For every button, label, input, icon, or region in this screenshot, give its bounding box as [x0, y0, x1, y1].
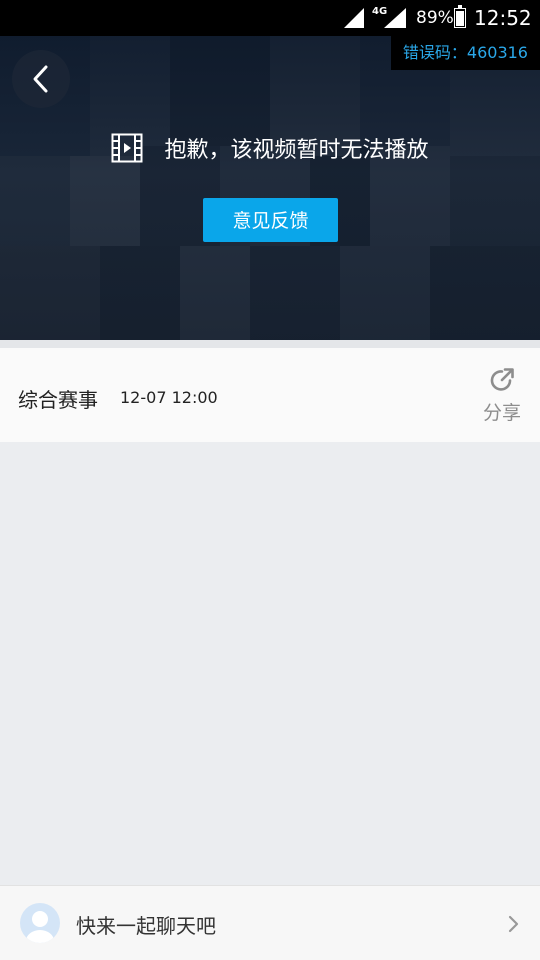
back-arrow-icon: [33, 65, 48, 93]
share-button[interactable]: 分享: [476, 366, 528, 425]
video-info-bar: 综合赛事 12-07 12:00 分享: [0, 348, 540, 442]
playback-error-message: 抱歉，该视频暂时无法播放: [0, 132, 540, 164]
divider: [0, 340, 540, 348]
clock: 12:52: [474, 6, 532, 30]
signal-strength-icon: [384, 8, 406, 28]
back-button[interactable]: [12, 50, 70, 108]
error-code-badge: 错误码：460316: [390, 36, 540, 70]
status-bar: 4G 89% 12:52: [0, 0, 540, 36]
video-player[interactable]: 错误码：460316 抱歉，该视频暂时无法播放 意见反馈: [0, 36, 540, 340]
chat-entry-bar[interactable]: 快来一起聊天吧: [0, 885, 540, 960]
video-time: 12-07 12:00: [120, 388, 218, 407]
video-film-icon: [111, 133, 143, 163]
signal-icon: [344, 8, 364, 28]
video-title: 综合赛事: [18, 388, 98, 412]
error-text: 抱歉，该视频暂时无法播放: [164, 138, 429, 163]
user-avatar-icon: [26, 911, 54, 943]
feedback-button[interactable]: 意见反馈: [203, 198, 338, 242]
chat-prompt: 快来一起聊天吧: [76, 914, 216, 938]
battery-percent: 89%: [416, 8, 454, 28]
battery-icon: [454, 5, 466, 28]
chevron-right-icon: [508, 915, 519, 933]
avatar: [20, 903, 60, 943]
share-icon: [490, 368, 514, 391]
share-label: 分享: [482, 402, 521, 424]
